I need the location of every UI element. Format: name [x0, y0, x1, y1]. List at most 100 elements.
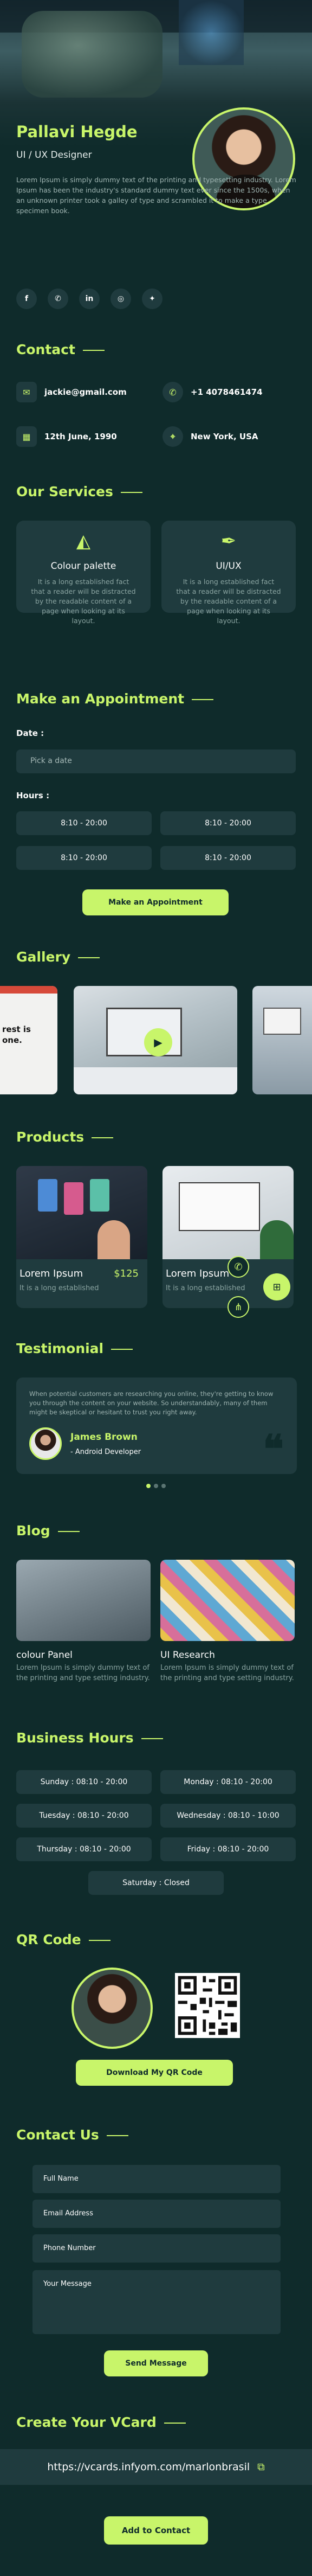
contact-dob-text: 12th June, 1990 — [44, 432, 117, 441]
product-image — [16, 1166, 147, 1259]
products-title: Products — [16, 1129, 114, 1145]
testimonial-title: Testimonial — [16, 1341, 133, 1356]
product-price: $125 — [114, 1268, 139, 1279]
hours-item: Thursday : 08:10 - 20:00 — [16, 1837, 152, 1861]
qr-code-image — [175, 1973, 240, 2038]
vcard-url-bar[interactable]: https://vcards.infyom.com/marlonbrasil ⧉ — [0, 2449, 312, 2485]
service-desc: It is a long established fact that a rea… — [176, 578, 281, 625]
time-slot[interactable]: 8:10 - 20:00 — [16, 811, 152, 835]
blog-card[interactable]: colour Panel Lorem Ipsum is simply dummy… — [16, 1560, 151, 1683]
full-name-field[interactable]: Full Name — [32, 2165, 281, 2193]
product-image — [162, 1166, 294, 1259]
hours-item: Monday : 08:10 - 20:00 — [160, 1770, 296, 1794]
whatsapp-icon[interactable]: ✆ — [227, 1256, 249, 1278]
play-icon[interactable]: ▶ — [144, 1028, 172, 1056]
date-label: Date : — [16, 728, 44, 738]
whatsapp-icon[interactable]: ✆ — [48, 289, 68, 309]
testimonial-name: James Brown — [70, 1432, 138, 1443]
profile-role: UI / UX Designer — [16, 150, 92, 161]
message-field[interactable]: Your Message — [32, 2270, 281, 2334]
location-pin-icon: ⌖ — [162, 426, 183, 447]
service-card: ◭ Colour palette It is a long establishe… — [16, 521, 151, 625]
contact-phone[interactable]: ✆ +1 4078461474 — [162, 382, 263, 402]
hours-item: Saturday : Closed — [88, 1871, 224, 1895]
carousel-dot[interactable] — [146, 1484, 151, 1488]
service-title: UI/UX — [216, 561, 242, 572]
vcard-url[interactable]: https://vcards.infyom.com/marlonbrasil — [47, 2461, 250, 2473]
create-vcard-title: Create Your VCard — [16, 2414, 186, 2430]
contact-us-title: Contact Us — [16, 2127, 128, 2143]
add-to-contact-button[interactable]: Add to Contact — [104, 2516, 208, 2545]
external-link-icon[interactable]: ⧉ — [257, 2461, 265, 2473]
profile-name: Pallavi Hegde — [16, 123, 138, 141]
phone-icon: ✆ — [162, 382, 183, 402]
qr-avatar — [72, 1968, 153, 2049]
gallery-image[interactable]: rest is one. — [0, 986, 57, 1094]
blog-card[interactable]: UI Research Lorem Ipsum is simply dummy … — [160, 1560, 295, 1683]
service-desc: It is a long established fact that a rea… — [31, 578, 136, 625]
time-slot[interactable]: 8:10 - 20:00 — [160, 846, 296, 870]
instagram-icon[interactable]: ◎ — [110, 289, 131, 309]
contact-phone-text: +1 4078461474 — [191, 387, 263, 397]
blog-desc: Lorem Ipsum is simply dummy text of the … — [160, 1664, 294, 1682]
quote-icon: ❝ — [263, 1426, 284, 1472]
time-slot[interactable]: 8:10 - 20:00 — [160, 811, 296, 835]
carousel-dot[interactable] — [154, 1484, 158, 1488]
gallery-title: Gallery — [16, 949, 100, 965]
hours-item: Wednesday : 08:10 - 10:00 — [160, 1804, 296, 1828]
product-card[interactable]: Lorem Ipsum $125 It is a long establishe… — [16, 1166, 147, 1308]
hours-item: Tuesday : 08:10 - 20:00 — [16, 1804, 152, 1828]
grid-menu-icon[interactable]: ⊞ — [263, 1273, 290, 1300]
gallery-image[interactable] — [252, 986, 312, 1094]
carousel-dots — [146, 1484, 166, 1488]
blog-image — [160, 1560, 295, 1641]
mail-icon: ✉ — [16, 382, 37, 402]
birthday-cake-icon: ▦ — [16, 426, 37, 447]
testimonial-avatar — [29, 1427, 62, 1460]
contact-location: ⌖ New York, USA — [162, 426, 258, 447]
linkedin-icon[interactable]: in — [79, 289, 100, 309]
carousel-dot[interactable] — [161, 1484, 166, 1488]
contact-email-text: jackie@gmail.com — [44, 387, 127, 397]
contact-location-text: New York, USA — [191, 432, 258, 441]
social-links: f ✆ in ◎ ✦ — [16, 289, 162, 309]
time-slot[interactable]: 8:10 - 20:00 — [16, 846, 152, 870]
facebook-icon[interactable]: f — [16, 289, 37, 309]
gallery-image-text: rest is one. — [2, 1024, 31, 1045]
blog-image — [16, 1560, 151, 1641]
palette-icon: ◭ — [76, 530, 91, 552]
service-card: ✒ UI/UX It is a long established fact th… — [161, 521, 296, 625]
profile-about: Lorem Ipsum is simply dummy text of the … — [16, 176, 296, 215]
blog-desc: Lorem Ipsum is simply dummy text of the … — [16, 1664, 150, 1682]
product-desc: It is a long established — [20, 1284, 99, 1292]
share-icon[interactable]: ⋔ — [227, 1296, 249, 1318]
hours-item: Friday : 08:10 - 20:00 — [160, 1837, 296, 1861]
email-field[interactable]: Email Address — [32, 2200, 281, 2228]
hours-label: Hours : — [16, 791, 50, 800]
date-picker-input[interactable]: Pick a date — [16, 749, 296, 773]
twitter-icon[interactable]: ✦ — [142, 289, 162, 309]
product-name: Lorem Ipsum — [20, 1268, 83, 1279]
services-title: Our Services — [16, 484, 142, 499]
gallery-image[interactable]: ▶ — [74, 986, 237, 1094]
business-hours-title: Business Hours — [16, 1730, 163, 1746]
contact-title: Contact — [16, 342, 105, 357]
contact-email[interactable]: ✉ jackie@gmail.com — [16, 382, 127, 402]
pen-tool-icon: ✒ — [220, 530, 237, 552]
phone-field[interactable]: Phone Number — [32, 2234, 281, 2263]
contact-dob: ▦ 12th June, 1990 — [16, 426, 117, 447]
make-appointment-button[interactable]: Make an Appointment — [82, 889, 229, 915]
send-message-button[interactable]: Send Message — [104, 2350, 208, 2376]
testimonial-card: When potential customers are researching… — [16, 1377, 297, 1474]
blog-title-text: UI Research — [160, 1650, 215, 1661]
appointment-title: Make an Appointment — [16, 691, 214, 707]
blog-title: Blog — [16, 1523, 80, 1539]
vcard-page: Pallavi Hegde UI / UX Designer Lorem Ips… — [0, 0, 312, 2576]
service-title: Colour palette — [50, 561, 116, 572]
product-name: Lorem Ipsum — [166, 1268, 230, 1279]
testimonial-text: When potential customers are researching… — [29, 1390, 274, 1416]
qr-title: QR Code — [16, 1932, 110, 1947]
blog-title-text: colour Panel — [16, 1650, 73, 1661]
download-qr-button[interactable]: Download My QR Code — [76, 2060, 233, 2086]
product-desc: It is a long established — [166, 1284, 245, 1292]
